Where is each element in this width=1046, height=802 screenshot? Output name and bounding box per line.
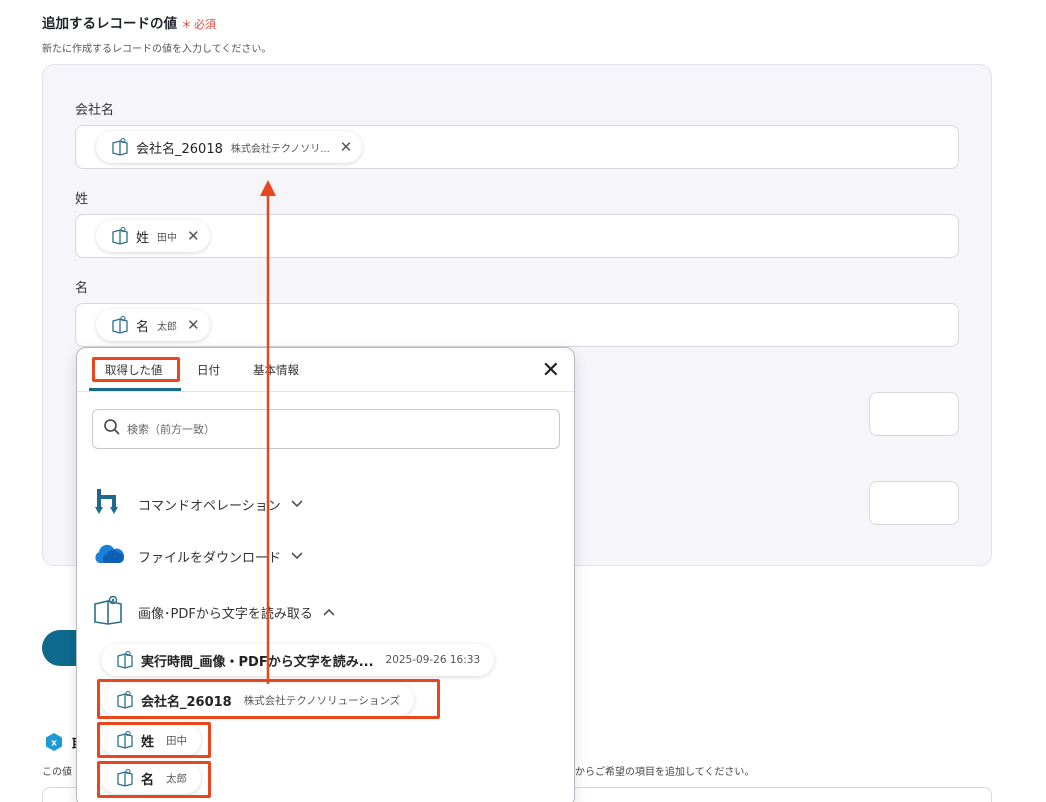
value-chip[interactable]: 会社名_26018 株式会社テクノソリ... ✕ — [96, 131, 363, 163]
highlight-tab-box — [92, 357, 180, 382]
search-icon — [103, 418, 121, 440]
chevron-down-icon — [291, 498, 303, 511]
ocr-book-icon — [110, 315, 130, 335]
search-input[interactable]: 検索（前方一致） — [92, 409, 560, 449]
tab-date[interactable]: 日付 — [197, 362, 220, 378]
value-chip[interactable]: 名 太郎 ✕ — [96, 309, 210, 341]
search-placeholder: 検索（前方一致） — [127, 423, 215, 436]
item-value: 2025-09-26 16:33 — [385, 654, 481, 666]
required-mark: ＊ — [181, 18, 192, 31]
list-item[interactable]: 実行時間_画像・PDFから文字を読み... 2025-09-26 16:33 — [101, 644, 495, 676]
group-ocr[interactable]: 画像･PDFから文字を読み取る — [92, 595, 335, 629]
ocr-book-icon — [110, 226, 130, 246]
section-description: 新たに作成するレコードの値を入力してください。 — [42, 44, 272, 55]
chip-name: 名 — [136, 319, 150, 335]
group-label: 画像･PDFから文字を読み取る — [138, 606, 313, 622]
field-last-name-input[interactable]: 姓 田中 ✕ — [75, 214, 959, 258]
required-label: 必須 — [194, 18, 216, 31]
chevron-up-icon — [323, 606, 335, 619]
svg-text:x: x — [51, 739, 57, 749]
chevron-down-icon — [291, 550, 303, 563]
x-hexagon-icon: x — [44, 732, 64, 752]
highlight-first-name-item-box — [97, 761, 211, 798]
hidden-field-4[interactable] — [869, 392, 959, 436]
chip-value: 太郎 — [157, 321, 178, 333]
value-chip[interactable]: 姓 田中 ✕ — [96, 220, 210, 252]
annotation-arrow — [260, 180, 276, 684]
field-label-first-name: 名 — [75, 281, 89, 296]
chip-value: 株式会社テクノソリ... — [230, 143, 330, 155]
ocr-book-icon — [110, 137, 130, 157]
section-title: 追加するレコードの値 ＊必須 — [42, 12, 216, 32]
ocr-book-icon — [115, 650, 135, 670]
remove-chip-icon[interactable]: ✕ — [187, 317, 200, 333]
ocr-book-icon — [92, 595, 124, 629]
field-first-name-input[interactable]: 名 太郎 ✕ — [75, 303, 959, 347]
chip-value: 田中 — [157, 232, 178, 244]
remove-chip-icon[interactable]: ✕ — [340, 139, 353, 155]
field-label-company: 会社名 — [75, 103, 115, 118]
hidden-field-5[interactable] — [869, 481, 959, 525]
command-operation-icon — [92, 487, 124, 521]
tab-divider — [77, 391, 574, 392]
section-title-text: 追加するレコードの値 — [42, 16, 177, 32]
remove-chip-icon[interactable]: ✕ — [187, 228, 200, 244]
chip-name: 会社名_26018 — [136, 141, 223, 157]
chip-name: 姓 — [136, 230, 150, 246]
highlight-last-name-item-box — [97, 722, 211, 758]
bottom-description-right: からご希望の項目を追加してください。 — [575, 767, 755, 778]
field-company-input[interactable]: 会社名_26018 株式会社テクノソリ... ✕ — [75, 125, 959, 169]
onedrive-cloud-icon — [92, 543, 124, 569]
close-icon[interactable]: ✕ — [542, 360, 560, 382]
bottom-description-left: この値 — [42, 767, 72, 778]
field-label-last-name: 姓 — [75, 192, 89, 207]
